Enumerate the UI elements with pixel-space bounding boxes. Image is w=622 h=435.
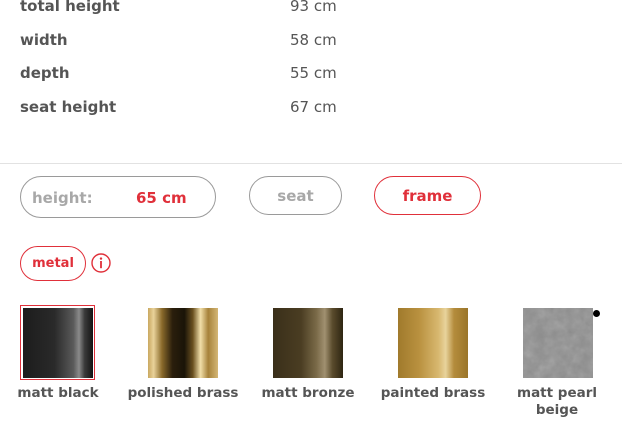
dimension-value: 55 cm: [290, 64, 337, 82]
cursor-dot: [593, 310, 600, 317]
dimension-value: 58 cm: [290, 30, 337, 49]
dimension-row-seat-height: seat height 67 cm: [20, 97, 350, 131]
dimension-value: 93 cm: [290, 0, 337, 15]
material-metal-button[interactable]: metal: [20, 246, 86, 281]
info-icon[interactable]: [91, 253, 111, 273]
swatch-label: polished brass: [127, 385, 239, 401]
swatch-image: [23, 308, 93, 378]
swatch-label: painted brass: [380, 385, 486, 401]
tab-seat[interactable]: seat: [249, 176, 342, 215]
height-label: height:: [32, 189, 93, 207]
swatch-label: matt bronze: [261, 385, 355, 401]
dimension-row-depth: depth 55 cm: [20, 63, 350, 97]
dimension-value: 67 cm: [290, 97, 337, 116]
dimension-row-total-height: total height 93 cm: [20, 0, 350, 30]
dimension-label: width: [20, 30, 68, 49]
height-selector[interactable]: height: 65 cm: [20, 176, 216, 218]
tab-frame[interactable]: frame: [374, 176, 481, 215]
dimension-label: total height: [20, 0, 120, 15]
dimension-row-width: width 58 cm: [20, 30, 350, 64]
swatch-image: [148, 308, 218, 378]
dimension-label: depth: [20, 64, 70, 82]
swatch-image: [523, 308, 593, 378]
swatch-image: [398, 308, 468, 378]
height-value: 65 cm: [136, 189, 187, 207]
swatch-image: [273, 308, 343, 378]
section-divider: [0, 163, 622, 164]
dimensions-table: total height 93 cm width 58 cm depth 55 …: [20, 0, 350, 130]
dimension-label: seat height: [20, 97, 117, 116]
swatch-label: matt pearl beige: [517, 385, 597, 418]
swatch-label: matt black: [17, 385, 99, 401]
